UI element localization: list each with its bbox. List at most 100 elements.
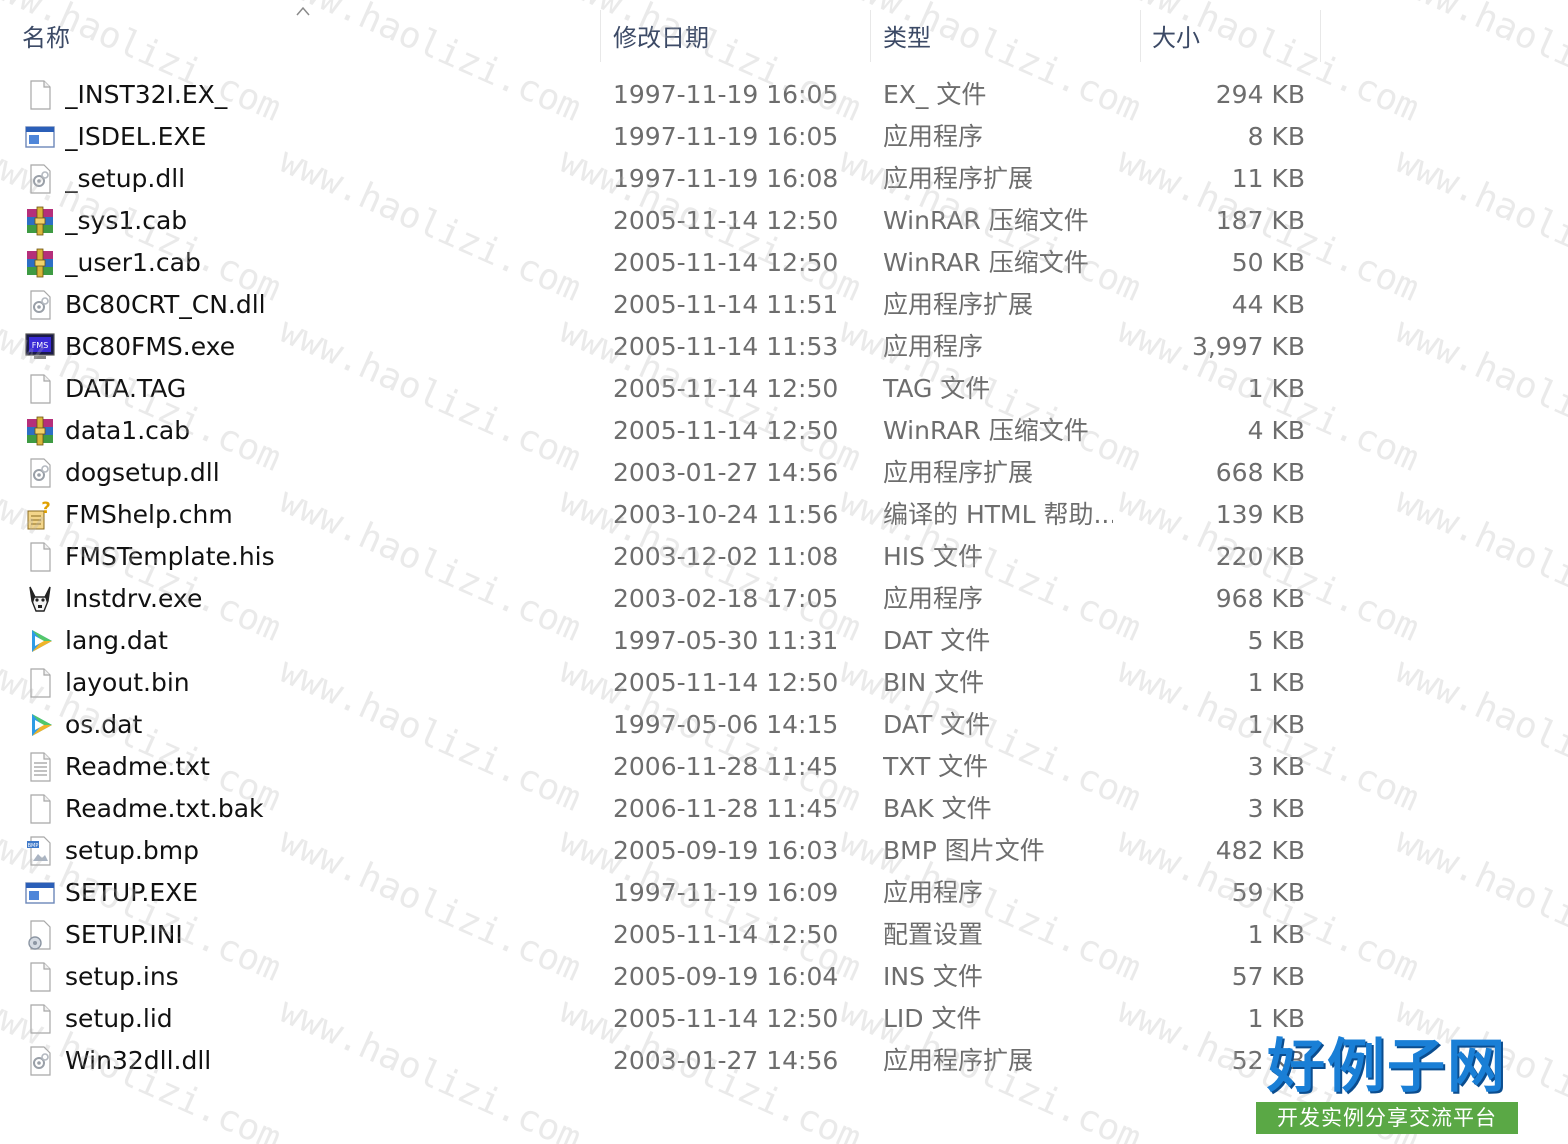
file-date: 2005-11-14 12:50 bbox=[613, 668, 839, 697]
column-divider[interactable] bbox=[870, 10, 871, 62]
file-date: 2005-11-14 12:50 bbox=[613, 1004, 839, 1033]
winrar-icon bbox=[24, 415, 56, 447]
column-divider[interactable] bbox=[600, 10, 601, 62]
file-size: 1 KB bbox=[1247, 920, 1305, 949]
file-date: 2005-11-14 12:50 bbox=[613, 416, 839, 445]
file-size: 59 KB bbox=[1231, 878, 1305, 907]
file-date: 1997-05-30 11:31 bbox=[613, 626, 839, 655]
file-name: _sys1.cab bbox=[65, 206, 188, 235]
file-row[interactable]: dogsetup.dll 2003-01-27 14:56 应用程序扩展 668 KB bbox=[0, 452, 1568, 494]
file-name: BC80CRT_CN.dll bbox=[65, 290, 266, 319]
file-name: Win32dll.dll bbox=[65, 1046, 212, 1075]
file-type: TAG 文件 bbox=[883, 374, 991, 403]
column-header-size[interactable]: 大小 bbox=[1152, 18, 1312, 58]
column-header-date[interactable]: 修改日期 bbox=[613, 18, 853, 58]
file-name: FMSTemplate.his bbox=[65, 542, 275, 571]
brand-subtitle: 开发实例分享交流平台 bbox=[1256, 1102, 1518, 1134]
file-name: Readme.txt.bak bbox=[65, 794, 264, 823]
file-type: 应用程序扩展 bbox=[883, 458, 1034, 487]
file-date: 2003-02-18 17:05 bbox=[613, 584, 839, 613]
file-date: 1997-05-06 14:15 bbox=[613, 710, 839, 739]
file-row[interactable]: _ISDEL.EXE 1997-11-19 16:05 应用程序 8 KB bbox=[0, 116, 1568, 158]
brand-logo: 好例子网 开发实例分享交流平台 bbox=[1256, 1030, 1518, 1136]
file-type: WinRAR 压缩文件 bbox=[883, 248, 1089, 277]
blank-file-icon bbox=[24, 541, 56, 573]
file-size: 44 KB bbox=[1231, 290, 1305, 319]
sort-ascending-icon[interactable] bbox=[296, 6, 310, 16]
file-date: 2005-11-14 11:53 bbox=[613, 332, 839, 361]
file-date: 2006-11-28 11:45 bbox=[613, 752, 839, 781]
file-size: 57 KB bbox=[1231, 962, 1305, 991]
file-row[interactable]: _user1.cab 2005-11-14 12:50 WinRAR 压缩文件 50 … bbox=[0, 242, 1568, 284]
file-row[interactable]: DATA.TAG 2005-11-14 12:50 TAG 文件 1 KB bbox=[0, 368, 1568, 410]
file-type: 应用程序扩展 bbox=[883, 1046, 1034, 1075]
file-size: 187 KB bbox=[1215, 206, 1305, 235]
file-row[interactable]: BC80CRT_CN.dll 2005-11-14 11:51 应用程序扩展 44 K… bbox=[0, 284, 1568, 326]
file-row[interactable]: data1.cab 2005-11-14 12:50 WinRAR 压缩文件 4 KB bbox=[0, 410, 1568, 452]
file-row[interactable]: setup.ins 2005-09-19 16:04 INS 文件 57 KB bbox=[0, 956, 1568, 998]
file-type: HIS 文件 bbox=[883, 542, 983, 571]
ini-gear-icon bbox=[24, 919, 56, 951]
file-row[interactable]: Instdrv.exe 2003-02-18 17:05 应用程序 968 KB bbox=[0, 578, 1568, 620]
file-date: 1997-11-19 16:05 bbox=[613, 80, 839, 109]
file-row[interactable]: lang.dat 1997-05-30 11:31 DAT 文件 5 KB bbox=[0, 620, 1568, 662]
file-row[interactable]: Readme.txt.bak 2006-11-28 11:45 BAK 文件 3 KB bbox=[0, 788, 1568, 830]
file-row[interactable]: SETUP.INI 2005-11-14 12:50 配置设置 1 KB bbox=[0, 914, 1568, 956]
file-name: _INST32I.EX_ bbox=[65, 80, 228, 109]
file-name: _user1.cab bbox=[65, 248, 201, 277]
file-date: 2003-12-02 11:08 bbox=[613, 542, 839, 571]
file-date: 2005-11-14 12:50 bbox=[613, 920, 839, 949]
column-header-type[interactable]: 类型 bbox=[883, 18, 1123, 58]
file-size: 11 KB bbox=[1231, 164, 1305, 193]
file-name: setup.ins bbox=[65, 962, 179, 991]
blank-file-icon bbox=[24, 1003, 56, 1035]
file-type: 应用程序扩展 bbox=[883, 164, 1034, 193]
dll-gear-icon bbox=[24, 163, 56, 195]
dog-app-icon bbox=[24, 583, 56, 615]
file-date: 2005-09-19 16:03 bbox=[613, 836, 839, 865]
svg-text:BMP: BMP bbox=[28, 843, 39, 849]
dll-gear-icon bbox=[24, 289, 56, 321]
column-header-name[interactable]: 名称 bbox=[22, 18, 582, 58]
file-name: _setup.dll bbox=[65, 164, 186, 193]
file-name: SETUP.EXE bbox=[65, 878, 199, 907]
file-row[interactable]: ? FMShelp.chm 2003-10-24 11:56 编译的 HTML 帮助.… bbox=[0, 494, 1568, 536]
file-name: setup.bmp bbox=[65, 836, 199, 865]
file-row[interactable]: os.dat 1997-05-06 14:15 DAT 文件 1 KB bbox=[0, 704, 1568, 746]
blank-file-icon bbox=[24, 79, 56, 111]
file-date: 2005-11-14 12:50 bbox=[613, 248, 839, 277]
file-size: 8 KB bbox=[1247, 122, 1305, 151]
file-row[interactable]: FMSTemplate.his 2003-12-02 11:08 HIS 文件 220… bbox=[0, 536, 1568, 578]
app-window-icon bbox=[24, 877, 56, 909]
file-size: 294 KB bbox=[1215, 80, 1305, 109]
column-divider[interactable] bbox=[1140, 10, 1141, 62]
winrar-icon bbox=[24, 205, 56, 237]
file-type: WinRAR 压缩文件 bbox=[883, 206, 1089, 235]
file-type: 应用程序 bbox=[883, 122, 984, 151]
winrar-icon bbox=[24, 247, 56, 279]
file-row[interactable]: BMP setup.bmp 2005-09-19 16:03 BMP 图片文件 482 … bbox=[0, 830, 1568, 872]
file-row[interactable]: layout.bin 2005-11-14 12:50 BIN 文件 1 KB bbox=[0, 662, 1568, 704]
blank-file-icon bbox=[24, 667, 56, 699]
file-size: 3 KB bbox=[1247, 752, 1305, 781]
file-type: DAT 文件 bbox=[883, 710, 991, 739]
file-size: 668 KB bbox=[1215, 458, 1305, 487]
file-row[interactable]: _sys1.cab 2005-11-14 12:50 WinRAR 压缩文件 187 … bbox=[0, 200, 1568, 242]
file-date: 2003-10-24 11:56 bbox=[613, 500, 839, 529]
file-name: Readme.txt bbox=[65, 752, 210, 781]
file-type: TXT 文件 bbox=[883, 752, 989, 781]
file-row[interactable]: Readme.txt 2006-11-28 11:45 TXT 文件 3 KB bbox=[0, 746, 1568, 788]
file-name: layout.bin bbox=[65, 668, 190, 697]
file-type: BMP 图片文件 bbox=[883, 836, 1045, 865]
file-name: lang.dat bbox=[65, 626, 168, 655]
file-row[interactable]: _setup.dll 1997-11-19 16:08 应用程序扩展 11 KB bbox=[0, 158, 1568, 200]
file-size: 3 KB bbox=[1247, 794, 1305, 823]
file-row[interactable]: FMS BC80FMS.exe 2005-11-14 11:53 应用程序 3,997 … bbox=[0, 326, 1568, 368]
dll-gear-icon bbox=[24, 1045, 56, 1077]
column-divider[interactable] bbox=[1320, 10, 1321, 62]
file-row[interactable]: SETUP.EXE 1997-11-19 16:09 应用程序 59 KB bbox=[0, 872, 1568, 914]
file-size: 50 KB bbox=[1231, 248, 1305, 277]
file-row[interactable]: _INST32I.EX_ 1997-11-19 16:05 EX_ 文件 294 KB bbox=[0, 74, 1568, 116]
file-name: setup.lid bbox=[65, 1004, 173, 1033]
fms-monitor-icon: FMS bbox=[24, 331, 56, 363]
